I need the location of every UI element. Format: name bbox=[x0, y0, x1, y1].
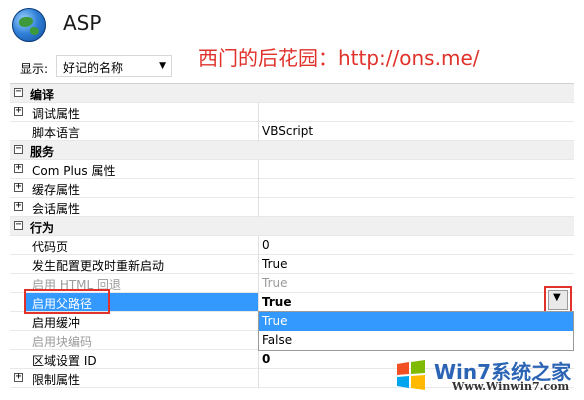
property-value[interactable]: True bbox=[262, 295, 291, 309]
chevron-down-icon: ▼ bbox=[159, 61, 166, 71]
watermark-text: 西门的后花园：http://ons.me/ bbox=[198, 46, 480, 70]
property-value[interactable]: 0 bbox=[262, 238, 270, 252]
property-row[interactable]: + Com Plus 属性 bbox=[10, 160, 574, 179]
expand-icon[interactable]: + bbox=[14, 201, 23, 211]
chevron-down-icon: ▼ bbox=[553, 292, 561, 303]
property-value[interactable]: 0 bbox=[262, 352, 270, 366]
property-row[interactable]: + 会话属性 bbox=[10, 198, 574, 217]
collapse-icon[interactable]: − bbox=[14, 220, 23, 230]
property-name: 脚本语言 bbox=[32, 126, 81, 140]
dropdown-toggle-button[interactable]: ▼ bbox=[548, 290, 568, 310]
expand-icon[interactable]: + bbox=[14, 163, 23, 173]
property-row[interactable]: 脚本语言 VBScript bbox=[10, 122, 574, 141]
category-row[interactable]: − 编译 bbox=[10, 84, 574, 103]
property-name: 启用块编码 bbox=[32, 335, 93, 349]
property-value: True bbox=[262, 276, 288, 290]
page-title: ASP bbox=[63, 11, 102, 35]
property-row[interactable]: 代码页 0 bbox=[10, 236, 574, 255]
expand-icon[interactable]: + bbox=[14, 372, 23, 382]
windows-logo-icon bbox=[397, 360, 425, 390]
property-name: 区域设置 ID bbox=[32, 354, 97, 368]
property-row[interactable]: 发生配置更改时重新启动 True bbox=[10, 255, 574, 274]
dropdown-option[interactable]: False bbox=[259, 331, 573, 350]
highlight-box bbox=[24, 289, 110, 314]
property-value[interactable]: VBScript bbox=[262, 124, 313, 138]
display-mode-value: 好记的名称 bbox=[63, 61, 124, 75]
property-name: 会话属性 bbox=[32, 202, 81, 216]
display-label: 显示: bbox=[20, 62, 49, 76]
collapse-icon[interactable]: − bbox=[14, 87, 23, 97]
collapse-icon[interactable]: − bbox=[14, 144, 23, 154]
property-name: 启用缓冲 bbox=[32, 316, 81, 330]
category-label: 行为 bbox=[30, 221, 55, 235]
property-name: 限制属性 bbox=[32, 373, 81, 387]
expand-icon[interactable]: + bbox=[14, 106, 23, 116]
dropdown-list: True False bbox=[258, 311, 574, 351]
property-row[interactable]: + 调试属性 bbox=[10, 103, 574, 122]
category-row[interactable]: − 服务 bbox=[10, 141, 574, 160]
property-value[interactable]: True bbox=[262, 257, 288, 271]
globe-icon bbox=[12, 8, 46, 42]
expand-icon[interactable]: + bbox=[14, 182, 23, 192]
property-name: Com Plus 属性 bbox=[32, 164, 116, 178]
display-mode-select[interactable]: 好记的名称 ▼ bbox=[56, 55, 172, 77]
dropdown-option-label: False bbox=[262, 333, 293, 347]
category-label: 编译 bbox=[30, 88, 55, 102]
property-row[interactable]: + 缓存属性 bbox=[10, 179, 574, 198]
category-label: 服务 bbox=[30, 145, 55, 159]
brand-url: Www.Winwin7.com bbox=[452, 380, 570, 393]
category-row[interactable]: − 行为 bbox=[10, 217, 574, 236]
dropdown-option[interactable]: True bbox=[259, 312, 573, 331]
dropdown-option-label: True bbox=[262, 314, 288, 328]
property-name: 缓存属性 bbox=[32, 183, 81, 197]
brand-watermark: Win7系统之家 Www.Winwin7.com bbox=[394, 356, 580, 398]
property-name: 调试属性 bbox=[32, 107, 81, 121]
property-name: 代码页 bbox=[32, 240, 69, 254]
property-name: 发生配置更改时重新启动 bbox=[32, 259, 165, 273]
